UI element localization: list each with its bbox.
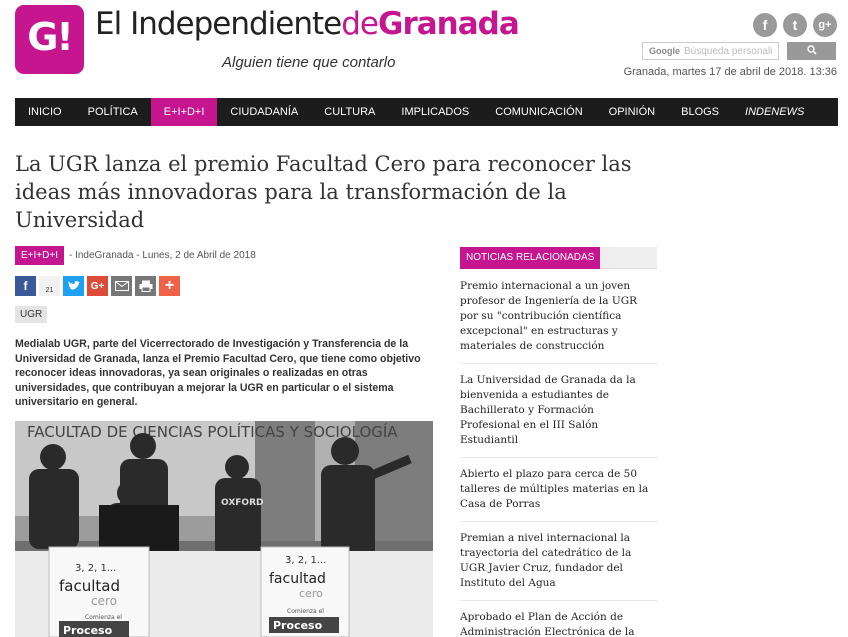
share-email-icon[interactable]: [111, 276, 132, 296]
brand-part-el: El: [95, 6, 131, 42]
nav-item-opinion[interactable]: OPINIÓN: [596, 98, 668, 126]
related-news-item[interactable]: Premian a nivel internacional la trayect…: [460, 522, 657, 601]
brand-part-de: de: [341, 6, 379, 42]
article-photo[interactable]: FACULTAD DE CIENCIAS POLÍTICAS Y SOCIOLO…: [15, 421, 433, 637]
search-input[interactable]: Google Búsqueda personalizada: [642, 42, 779, 60]
share-print-icon[interactable]: [135, 276, 156, 296]
banner-left-line5: Proceso: [63, 624, 113, 637]
current-date: Granada, martes 17 de abril de 2018. 13:…: [623, 66, 837, 78]
nav-item-politica[interactable]: POLÍTICA: [75, 98, 151, 126]
google-plus-icon[interactable]: g+: [813, 13, 837, 37]
brand-part-granada: Granada: [378, 6, 520, 42]
nav-item-ciudadania[interactable]: CIUDADANÍA: [217, 98, 311, 126]
article-tag-ugr[interactable]: UGR: [15, 306, 48, 323]
share-more-icon[interactable]: +: [159, 276, 180, 296]
nav-item-comunicacion[interactable]: COMUNICACIÓN: [482, 98, 595, 126]
banner-right-line3: cero: [299, 587, 323, 600]
search-placeholder: Búsqueda personalizada: [684, 45, 772, 57]
facebook-icon[interactable]: f: [753, 13, 777, 37]
share-google-plus-icon[interactable]: G+: [87, 276, 108, 296]
site-tagline: Alguien tiene que contarlo: [222, 54, 396, 71]
twitter-icon[interactable]: t: [783, 13, 807, 37]
article-lead: Medialab UGR, parte del Vicerrectorado d…: [15, 338, 421, 408]
related-news-item[interactable]: Premio internacional a un joven profesor…: [460, 279, 657, 364]
search-button[interactable]: [787, 42, 836, 60]
share-twitter-icon[interactable]: [63, 276, 84, 296]
search-bar: Google Búsqueda personalizada: [642, 42, 836, 60]
related-news-heading: NOTICIAS RELACIONADAS: [460, 247, 657, 269]
banner-left-line1: 3, 2, 1...: [75, 563, 116, 574]
nav-item-blogs[interactable]: BLOGS: [668, 98, 732, 126]
article-photo-image: FACULTAD DE CIENCIAS POLÍTICAS Y SOCIOLO…: [15, 421, 433, 637]
related-news-item[interactable]: La Universidad de Granada da la bienveni…: [460, 364, 657, 458]
article-byline: - IndeGranada - Lunes, 2 de Abril de 201…: [68, 250, 256, 261]
main-nav: INICIO POLÍTICA E+I+D+I CIUDADANÍA CULTU…: [15, 98, 838, 126]
nav-item-indenews[interactable]: INDENEWS: [732, 98, 817, 126]
share-facebook-icon[interactable]: f: [15, 276, 36, 296]
share-bar: f 21 G+ +: [15, 276, 180, 296]
google-search-brand: Google: [649, 46, 680, 56]
category-badge[interactable]: E+I+D+I: [15, 246, 64, 265]
social-links: f t g+: [753, 13, 837, 37]
logo-mark-text: G!: [27, 15, 74, 59]
banner-right-line5: Proceso: [273, 619, 323, 632]
banner-right-line2: facultad: [269, 571, 326, 587]
photo-shirt-text: OXFORD: [221, 498, 263, 508]
nav-item-implicados[interactable]: IMPLICADOS: [388, 98, 482, 126]
site-brand[interactable]: El IndependientedeGranada: [95, 6, 520, 42]
related-news-list: Premio internacional a un joven profesor…: [460, 279, 657, 637]
related-news-title: NOTICIAS RELACIONADAS: [460, 247, 601, 269]
banner-left-line3: cero: [91, 594, 117, 608]
article-meta: E+I+D+I - IndeGranada - Lunes, 2 de Abri…: [15, 246, 256, 265]
nav-item-eidi[interactable]: E+I+D+I: [150, 98, 218, 126]
banner-left-line2: facultad: [59, 577, 120, 595]
brand-part-independiente: Independiente: [130, 6, 342, 42]
nav-item-inicio[interactable]: INICIO: [15, 98, 75, 126]
article-title: La UGR lanza el premio Facultad Cero par…: [15, 152, 632, 232]
search-icon: [806, 44, 817, 55]
logo-mark[interactable]: G!: [15, 5, 84, 74]
share-count: 21: [39, 276, 60, 296]
nav-item-cultura[interactable]: CULTURA: [311, 98, 388, 126]
banner-left-line4: Comienza el: [85, 614, 122, 621]
banner-right-line4: Comienza el: [287, 608, 324, 615]
related-news-item[interactable]: Abierto el plazo para cerca de 50 taller…: [460, 458, 657, 522]
related-news-item[interactable]: Aprobado el Plan de Acción de Administra…: [460, 601, 657, 637]
banner-right-line1: 3, 2, 1...: [285, 555, 326, 566]
